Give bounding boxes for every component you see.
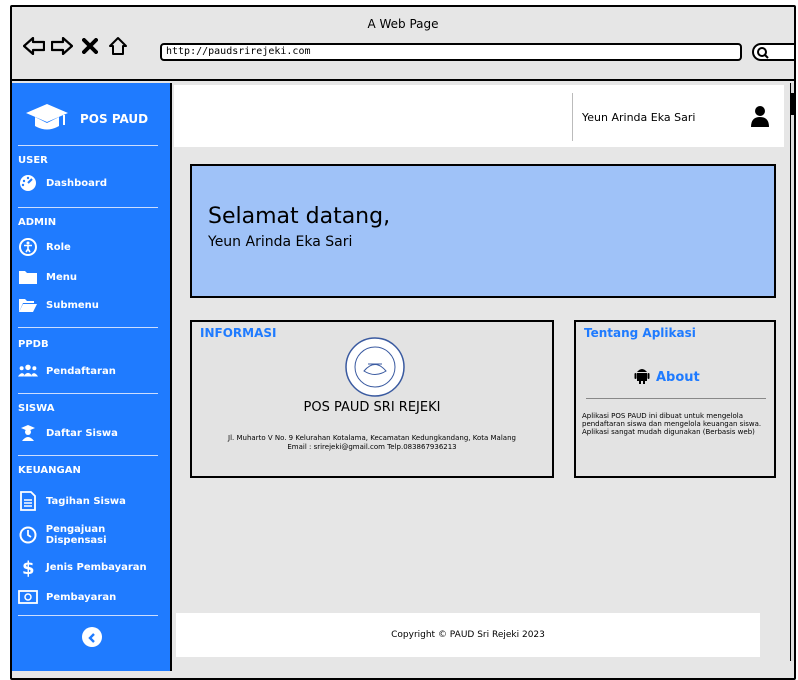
school-seal-logo [344,336,406,402]
sidebar-item-label: Dashboard [46,177,107,189]
about-divider [586,398,766,399]
money-icon [18,587,38,607]
url-bar[interactable]: http://paudsrirejeki.com [160,43,742,61]
sidebar-item-pengajuan-dispensasi[interactable]: Pengajuan Dispensasi [18,524,168,546]
section-heading-user: USER [18,155,48,166]
sidebar-item-label: Pendaftaran [46,365,116,377]
sidebar-divider [18,393,158,394]
sidebar-item-label: Pengajuan Dispensasi [45,524,107,546]
document-icon [18,491,38,511]
sidebar-item-label: Daftar Siswa [46,427,118,439]
section-heading-keuangan: KEUANGAN [18,465,81,476]
sidebar-item-pendaftaran[interactable]: Pendaftaran [18,361,168,381]
sidebar-item-jenis-pembayaran[interactable]: $ Jenis Pembayaran [18,557,168,577]
sidebar-divider [18,327,158,328]
sidebar-item-label: Pembayaran [46,591,117,603]
clock-icon [18,525,38,545]
about-link-label: About [656,369,700,385]
browser-window: A Web Page http://paudsrirejeki.com POS … [10,5,796,680]
topbar: Yeun Arinda Eka Sari [174,85,784,147]
graduation-cap-icon [24,101,70,137]
welcome-panel: Selamat datang, Yeun Arinda Eka Sari [190,164,776,298]
sidebar-item-label: Menu [46,271,77,283]
sidebar-divider [18,455,158,456]
user-name[interactable]: Yeun Arinda Eka Sari [582,111,695,124]
sidebar-item-label: Jenis Pembayaran [46,561,147,573]
sidebar-item-dashboard[interactable]: Dashboard [18,173,168,193]
folder-icon [18,267,38,287]
welcome-title: Selamat datang, [208,204,391,229]
sidebar-divider [18,615,158,616]
folder-open-icon [18,295,38,315]
accessibility-icon [18,237,38,257]
about-link[interactable]: About [634,366,700,388]
chevron-left-icon [87,628,97,647]
close-icon[interactable] [78,34,102,58]
topbar-divider [572,93,573,141]
sidebar-item-tagihan-siswa[interactable]: Tagihan Siswa [18,491,168,511]
sidebar-item-submenu[interactable]: Submenu [18,295,168,315]
users-icon [18,361,38,381]
sidebar-item-daftar-siswa[interactable]: Daftar Siswa [18,423,168,443]
sidebar-item-label: Submenu [46,299,99,311]
sidebar-item-pembayaran[interactable]: Pembayaran [18,587,168,607]
forward-arrow-icon[interactable] [50,34,74,58]
dollar-icon: $ [18,557,38,577]
search-icon [756,45,770,64]
student-icon [18,423,38,443]
sidebar: POS PAUD USER Dashboard ADMIN Role Menu [12,83,172,671]
sidebar-item-label: Tagihan Siswa [46,495,126,507]
about-card: Tentang Aplikasi About Aplikasi POS PAUD… [574,320,776,478]
sidebar-brand[interactable]: POS PAUD [24,99,164,139]
sidebar-collapse-button[interactable] [82,627,102,647]
sidebar-divider [18,145,158,146]
welcome-user-name: Yeun Arinda Eka Sari [208,234,353,250]
svg-text:$: $ [22,558,35,577]
user-avatar-icon[interactable] [750,105,770,131]
info-heading: INFORMASI [200,326,277,340]
toolbar-divider [12,79,794,81]
window-title: A Web Page [367,17,439,31]
school-contact: Email : srirejeki@gmail.com Telp.0838679… [287,443,457,451]
copyright-text: Copyright © PAUD Sri Rejeki 2023 [391,630,545,640]
sidebar-item-menu[interactable]: Menu [18,267,168,287]
browser-search-box[interactable] [752,43,794,64]
about-heading: Tentang Aplikasi [584,326,696,340]
dashboard-gauge-icon [18,173,38,193]
sidebar-divider [18,207,158,208]
brand-label: POS PAUD [80,112,149,126]
school-name: POS PAUD SRI REJEKI [303,400,441,415]
section-heading-admin: ADMIN [18,217,57,228]
home-icon[interactable] [106,34,130,58]
sidebar-item-label: Role [46,241,71,253]
back-arrow-icon[interactable] [22,34,46,58]
section-heading-ppdb: PPDB [18,339,49,350]
scrollbar-thumb[interactable] [791,93,794,115]
android-icon [634,366,650,388]
footer: Copyright © PAUD Sri Rejeki 2023 [176,613,760,657]
sidebar-item-role[interactable]: Role [18,237,168,257]
scrollbar[interactable] [790,83,794,661]
info-card: INFORMASI POS PAUD SRI REJEKI Jl. Muhart… [190,320,554,478]
nav-buttons [22,31,130,61]
about-description: Aplikasi POS PAUD ini dibuat untuk menge… [582,412,762,436]
section-heading-siswa: SISWA [18,403,55,414]
school-address: Jl. Muharto V No. 9 Kelurahan Kotalama, … [228,434,516,442]
